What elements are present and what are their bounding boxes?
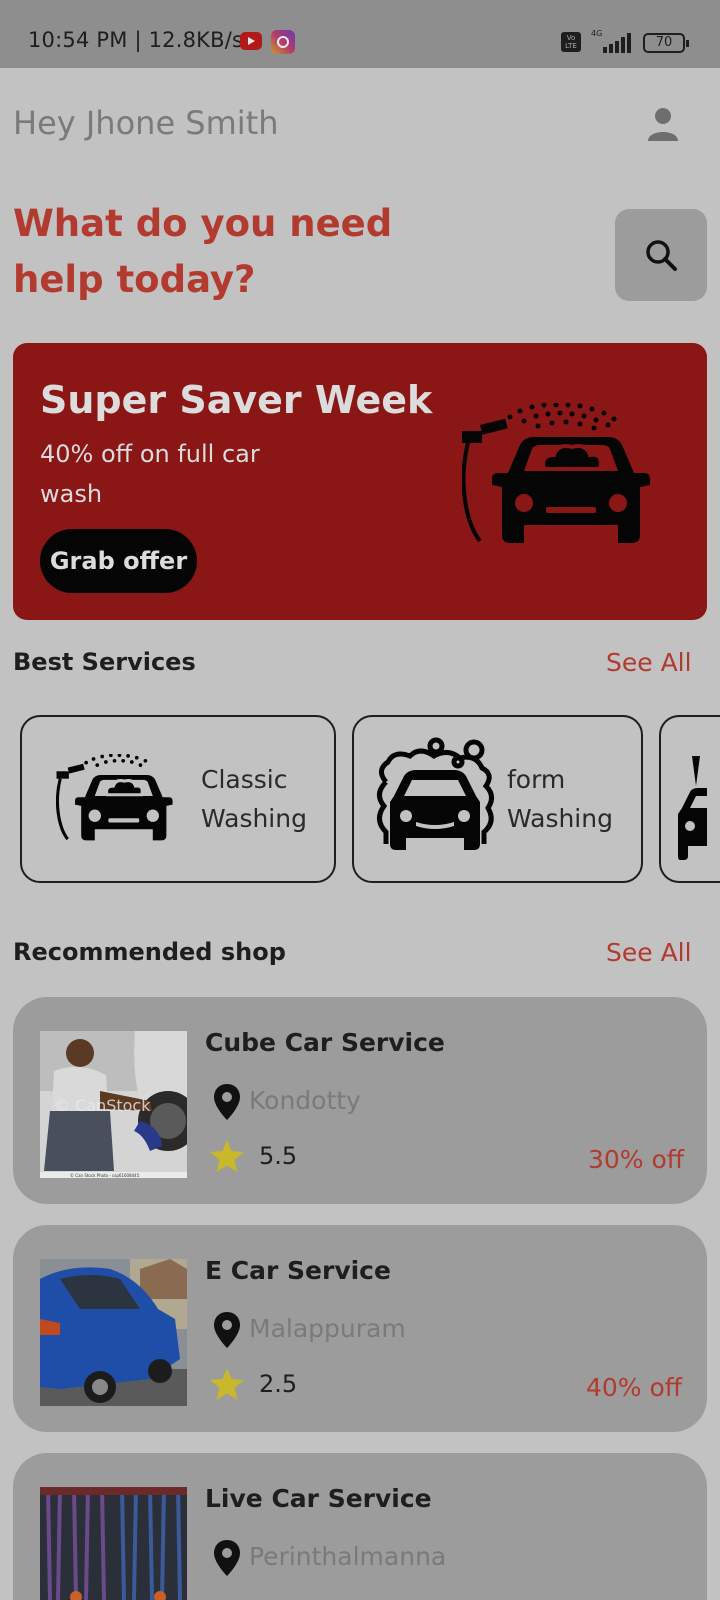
shop-location: Kondotty	[249, 1086, 361, 1115]
banner-title: Super Saver Week	[40, 378, 433, 422]
recommended-title: Recommended shop	[13, 938, 286, 966]
image-watermark: © CanStock	[54, 1096, 151, 1115]
service-label-line-1: form	[507, 765, 566, 794]
image-caption: © Can Stock Photo - csp61608445	[70, 1173, 140, 1178]
profile-icon[interactable]	[648, 107, 678, 141]
headline-line-2: help today?	[13, 258, 256, 301]
car-foam-icon	[372, 736, 498, 864]
location-pin-icon	[214, 1540, 240, 1580]
service-label-line-1: Classic	[201, 765, 288, 794]
star-icon	[210, 1368, 244, 1404]
best-services-see-all[interactable]: See All	[606, 648, 692, 677]
shop-discount: 40% off	[586, 1373, 683, 1402]
instagram-icon	[271, 30, 295, 54]
service-label-form: form Washing	[507, 760, 613, 838]
grab-offer-button[interactable]: Grab offer	[40, 529, 197, 593]
car-wash-spray-icon	[55, 753, 178, 858]
shop-rating: 5.5	[259, 1142, 298, 1170]
service-label-classic: Classic Washing	[201, 760, 307, 838]
shop-image-blue-car	[40, 1259, 187, 1406]
shop-rating: 2.5	[259, 1370, 298, 1398]
shop-image-wash-brushes	[40, 1487, 187, 1600]
page-headline: What do you need help today?	[13, 196, 433, 308]
greeting-text: Hey Jhone Smith	[13, 104, 279, 142]
service-label-line-2: Washing	[507, 804, 613, 833]
search-icon	[646, 240, 677, 271]
shop-image-mechanic: © CanStock © Can Stock Photo - csp616084…	[40, 1031, 187, 1178]
car-wash-spray-icon	[461, 402, 658, 569]
battery-icon: 70	[643, 33, 689, 53]
star-icon	[210, 1140, 244, 1176]
headline-line-1: What do you need	[13, 202, 393, 245]
search-button[interactable]	[615, 209, 707, 301]
signal-icon	[589, 33, 633, 53]
shop-name: E Car Service	[205, 1256, 391, 1285]
shop-name: Live Car Service	[205, 1484, 432, 1513]
shop-discount: 30% off	[588, 1145, 685, 1174]
volte-icon: Vo LTE	[561, 32, 581, 52]
shop-location: Perinthalmanna	[249, 1542, 447, 1571]
location-pin-icon	[214, 1084, 240, 1124]
service-label-line-2: Washing	[201, 804, 307, 833]
status-time: 10:54 PM | 12.8KB/s	[28, 28, 244, 52]
location-pin-icon	[214, 1312, 240, 1352]
shop-location: Malappuram	[249, 1314, 406, 1343]
recommended-see-all[interactable]: See All	[606, 938, 692, 967]
best-services-title: Best Services	[13, 648, 196, 676]
shop-name: Cube Car Service	[205, 1028, 445, 1057]
banner-subtitle: 40% off on full car wash	[40, 440, 260, 508]
youtube-icon	[240, 32, 262, 50]
car-service-icon	[678, 756, 707, 862]
